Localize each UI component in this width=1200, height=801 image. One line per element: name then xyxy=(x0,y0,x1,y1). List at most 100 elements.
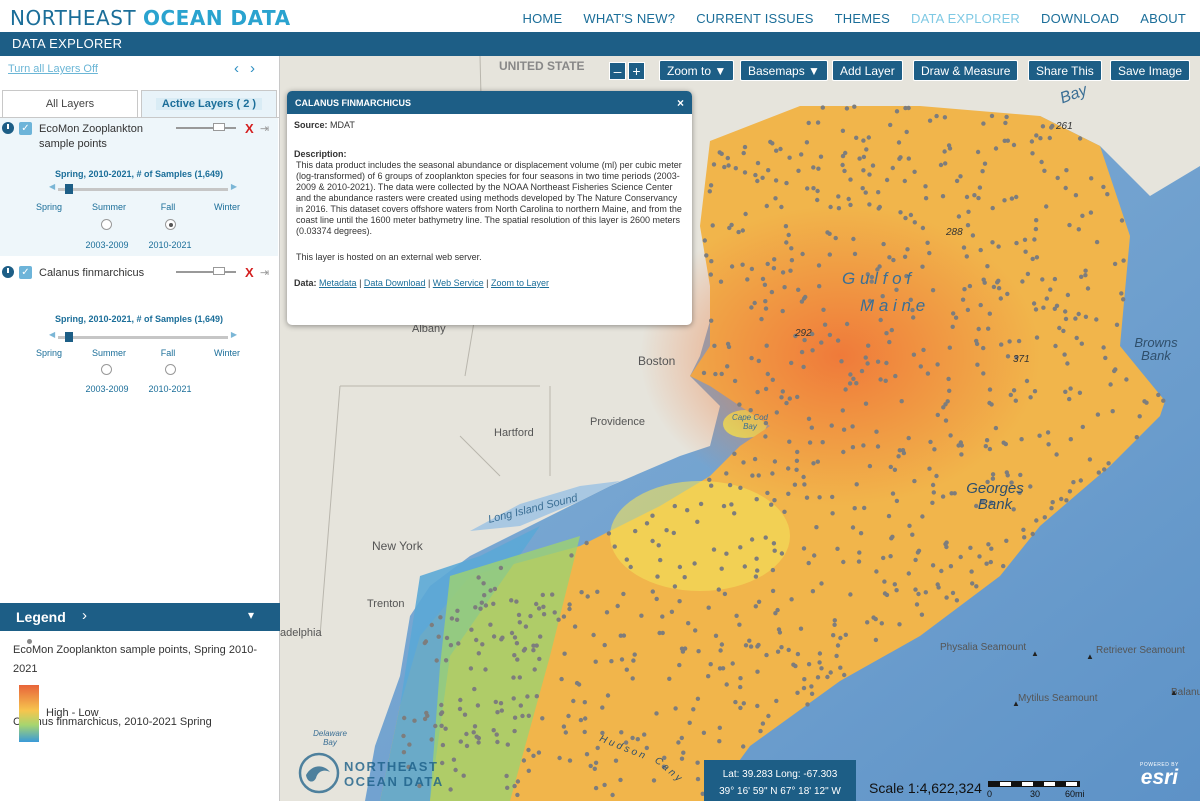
opacity-slider[interactable] xyxy=(176,123,236,131)
sample-point xyxy=(498,565,504,571)
chevron-right-icon[interactable]: › xyxy=(82,607,87,624)
nav-themes[interactable]: THEMES xyxy=(835,11,890,26)
season-winter[interactable]: Winter xyxy=(202,348,252,358)
sample-point xyxy=(1054,452,1059,457)
depth-label: 371 xyxy=(1013,354,1030,365)
export-icon[interactable]: ⇥ xyxy=(260,266,269,279)
turn-all-layers-off-link[interactable]: Turn all Layers Off xyxy=(8,63,98,75)
sample-point xyxy=(650,538,655,544)
sample-point xyxy=(462,712,468,717)
sample-point xyxy=(844,321,850,327)
time-slider[interactable] xyxy=(49,330,237,342)
nav-download[interactable]: DOWNLOAD xyxy=(1041,11,1119,26)
sample-point xyxy=(840,153,846,159)
sample-point xyxy=(1005,354,1011,359)
sample-point xyxy=(935,412,940,418)
sample-point xyxy=(1103,355,1108,361)
period-radio-2003-2009[interactable] xyxy=(101,219,112,230)
nav-about[interactable]: ABOUT xyxy=(1140,11,1186,26)
sample-point xyxy=(990,240,995,245)
sample-point xyxy=(836,194,841,199)
sample-point xyxy=(456,641,461,646)
sample-point xyxy=(809,691,815,696)
nav-home[interactable]: HOME xyxy=(523,11,563,26)
add-layer-button[interactable]: Add Layer xyxy=(832,60,903,81)
zoom-in-button[interactable]: + xyxy=(628,62,645,80)
clock-icon[interactable] xyxy=(2,266,14,278)
sample-point xyxy=(935,362,940,367)
zoom-to-dropdown[interactable]: Zoom to ▼ xyxy=(659,60,735,81)
zoom-out-button[interactable]: – xyxy=(609,62,626,80)
nav-data-explorer[interactable]: DATA EXPLORER xyxy=(911,11,1020,26)
tab-active-layers[interactable]: Active Layers ( 2 ) xyxy=(141,90,277,117)
data-download-link[interactable]: Data Download xyxy=(364,278,426,288)
chevron-right-icon[interactable]: › xyxy=(250,60,266,77)
sample-point xyxy=(828,670,833,675)
nav-current-issues[interactable]: CURRENT ISSUES xyxy=(696,11,813,26)
period-radio-2003-2009[interactable] xyxy=(101,364,112,375)
sample-point xyxy=(1011,388,1017,393)
season-fall[interactable]: Fall xyxy=(143,348,193,358)
period-radio-2010-2021[interactable] xyxy=(165,364,176,375)
draw-measure-button[interactable]: Draw & Measure xyxy=(913,60,1019,81)
sample-point xyxy=(801,364,806,370)
layer-visibility-checkbox[interactable]: ✓ xyxy=(19,122,32,135)
site-logo[interactable]: NORTHEAST OCEAN DATA xyxy=(10,6,291,30)
esri-logo[interactable]: POWERED BY esri xyxy=(1140,762,1179,790)
save-image-button[interactable]: Save Image xyxy=(1110,60,1191,81)
sample-point xyxy=(916,591,921,597)
sample-point xyxy=(693,628,698,633)
remove-layer-icon[interactable]: X xyxy=(245,265,254,280)
time-slider-handle[interactable] xyxy=(65,184,73,194)
sample-point xyxy=(602,782,607,788)
sample-point xyxy=(989,113,995,119)
chevron-left-icon[interactable]: ‹ xyxy=(234,60,250,77)
close-icon[interactable]: × xyxy=(677,96,684,110)
sample-point xyxy=(801,546,807,551)
tab-all-layers[interactable]: All Layers xyxy=(2,90,138,117)
slider-handle[interactable] xyxy=(213,267,225,275)
sample-point xyxy=(996,244,1001,249)
time-slider[interactable] xyxy=(49,182,237,194)
sample-point xyxy=(521,758,527,763)
season-summer[interactable]: Summer xyxy=(84,202,134,212)
export-icon[interactable]: ⇥ xyxy=(260,122,269,135)
sample-point xyxy=(789,597,794,602)
opacity-slider[interactable] xyxy=(176,267,236,275)
sample-point xyxy=(902,178,907,184)
sample-point xyxy=(695,696,701,701)
slider-handle[interactable] xyxy=(213,123,225,131)
sample-point xyxy=(1034,218,1039,223)
sample-point xyxy=(448,643,454,648)
season-summer[interactable]: Summer xyxy=(84,348,134,358)
zoom-to-layer-link[interactable]: Zoom to Layer xyxy=(491,278,549,288)
sample-point xyxy=(947,388,952,393)
metadata-link[interactable]: Metadata xyxy=(319,278,357,288)
sample-point xyxy=(827,252,832,257)
time-slider-handle[interactable] xyxy=(65,332,73,342)
sample-point xyxy=(520,713,525,719)
layer-visibility-checkbox[interactable]: ✓ xyxy=(19,266,32,279)
nav-whats-new[interactable]: WHAT'S NEW? xyxy=(583,11,675,26)
web-service-link[interactable]: Web Service xyxy=(433,278,484,288)
chevron-down-icon[interactable]: ▾ xyxy=(248,608,254,622)
sample-point xyxy=(657,630,662,636)
season-spring[interactable]: Spring xyxy=(24,348,74,358)
basemaps-dropdown[interactable]: Basemaps ▼ xyxy=(740,60,828,81)
active-layer-ecomon: ✓ EcoMon Zooplankton sample points X ⇥ S… xyxy=(0,118,278,256)
season-fall[interactable]: Fall xyxy=(143,202,193,212)
map-label-gulf-of: G u l f o f xyxy=(842,269,911,288)
remove-layer-icon[interactable]: X xyxy=(245,121,254,136)
sample-point xyxy=(881,555,886,561)
coords-dms: 39° 16' 59" N 67° 18' 12" W xyxy=(719,786,841,797)
season-spring[interactable]: Spring xyxy=(24,202,74,212)
sample-point xyxy=(800,251,805,257)
sample-point xyxy=(1042,168,1047,173)
period-radio-2010-2021[interactable] xyxy=(165,219,176,230)
clock-icon[interactable] xyxy=(2,122,14,134)
sample-point xyxy=(701,730,707,735)
legend-header[interactable]: Legend › ▾ xyxy=(0,603,280,631)
season-winter[interactable]: Winter xyxy=(202,202,252,212)
sample-point xyxy=(438,711,444,717)
share-button[interactable]: Share This xyxy=(1028,60,1102,81)
